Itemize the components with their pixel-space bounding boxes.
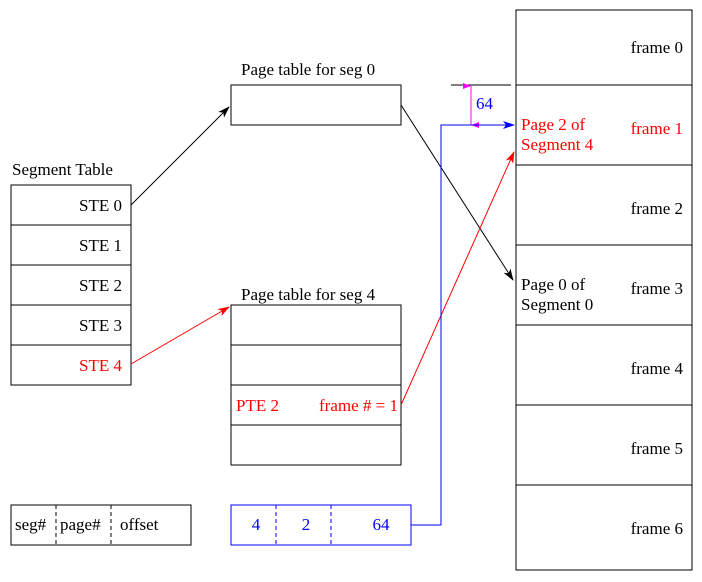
- frame-label: frame 0: [631, 38, 683, 57]
- segment-table-entry: STE 3: [79, 316, 122, 335]
- frame3-note-line1: Page 0 of: [521, 275, 586, 294]
- frame1-note-line2: Segment 4: [521, 135, 594, 154]
- segment-table-entry: STE 2: [79, 276, 122, 295]
- page-table-seg0: Page table for seg 0: [230, 60, 402, 126]
- page-table-seg4-title: Page table for seg 4: [241, 285, 376, 304]
- virtual-address-offset: 64: [373, 515, 391, 534]
- virtual-address-seg: 4: [252, 515, 261, 534]
- arrow-ste4-to-page-table-seg4: [130, 306, 230, 365]
- segment-table-entry-highlighted: STE 4: [79, 356, 122, 375]
- page-table-seg4: Page table for seg 4 PTE 2 frame # = 1: [230, 285, 402, 466]
- segment-table-entry: STE 1: [79, 236, 122, 255]
- frame1-note-line1: Page 2 of: [521, 115, 586, 134]
- physical-memory: frame 0 frame 1 frame 2 frame 3 frame 4 …: [515, 9, 693, 571]
- pte-2-label: PTE 2: [236, 396, 279, 415]
- frame-label: frame 2: [631, 199, 683, 218]
- frame-label-highlighted: frame 1: [631, 119, 683, 138]
- arrow-offset-to-frame1: [411, 121, 515, 526]
- offset-indicator: 64: [451, 83, 511, 128]
- frame-label: frame 6: [631, 519, 683, 538]
- address-field-offset: offset: [120, 515, 159, 534]
- address-format: seg# page# offset: [10, 504, 192, 546]
- frame3-note-line2: Segment 0: [521, 295, 593, 314]
- offset-value-label: 64: [476, 94, 494, 113]
- frame-label: frame 4: [631, 359, 684, 378]
- segment-table-title: Segment Table: [12, 160, 113, 179]
- frame-label: frame 5: [631, 439, 683, 458]
- segmentation-paging-diagram: Segment Table STE 0 STE 1 STE 2 STE 3 ST…: [10, 9, 693, 571]
- pte-2-frame-number: frame # = 1: [319, 396, 398, 415]
- virtual-address-page: 2: [302, 515, 311, 534]
- arrow-ste0-to-page-table-seg0: [130, 106, 230, 206]
- segment-table-entry: STE 0: [79, 196, 122, 215]
- page-table-seg0-title: Page table for seg 0: [241, 60, 375, 79]
- arrow-pte2-to-frame1: [400, 151, 515, 406]
- frame-label: frame 3: [631, 279, 683, 298]
- address-field-page: page#: [60, 515, 101, 534]
- segment-table: Segment Table STE 0 STE 1 STE 2 STE 3 ST…: [10, 160, 132, 386]
- address-field-seg: seg#: [15, 515, 47, 534]
- virtual-address: 4 2 64: [230, 504, 412, 546]
